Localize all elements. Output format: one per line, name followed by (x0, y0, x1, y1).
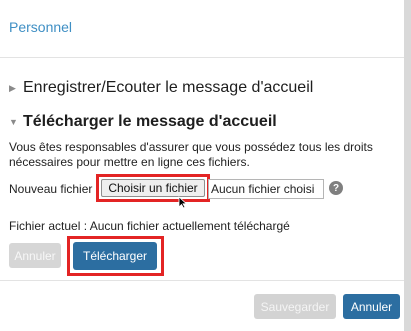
section-record-toggle[interactable]: ▶ Enregistrer/Ecouter le message d'accue… (9, 79, 313, 97)
triangle-down-icon: ▼ (9, 117, 18, 127)
help-icon[interactable]: ? (329, 181, 343, 195)
dialog: Personnel ▶ Enregistrer/Ecouter le messa… (0, 0, 404, 331)
section-record-label: Enregistrer/Ecouter le message d'accueil (23, 79, 314, 96)
cancel-button[interactable]: Annuler (343, 294, 400, 319)
divider (0, 57, 404, 58)
new-file-row: Nouveau fichier : (9, 178, 99, 200)
backdrop-edge (404, 0, 411, 331)
choose-file-button[interactable]: Choisir un fichier (101, 179, 205, 197)
dialog-title: Personnel (9, 19, 73, 35)
divider (0, 280, 404, 281)
cancel-upload-button[interactable]: Annuler (9, 243, 61, 268)
new-file-label: Nouveau fichier : (9, 182, 100, 196)
save-button[interactable]: Sauvegarder (254, 294, 336, 319)
section-upload-toggle[interactable]: ▼ Télécharger le message d'accueil (9, 113, 277, 131)
upload-button[interactable]: Télécharger (73, 242, 157, 270)
section-upload-label: Télécharger le message d'accueil (23, 113, 277, 130)
mouse-cursor-icon (178, 196, 188, 209)
file-status-field: Aucun fichier choisi (208, 179, 324, 199)
rights-notice: Vous êtes responsables d'assurer que vou… (9, 140, 373, 169)
current-file-text: Fichier actuel : Aucun fichier actuellem… (9, 219, 290, 233)
triangle-right-icon: ▶ (9, 82, 16, 93)
